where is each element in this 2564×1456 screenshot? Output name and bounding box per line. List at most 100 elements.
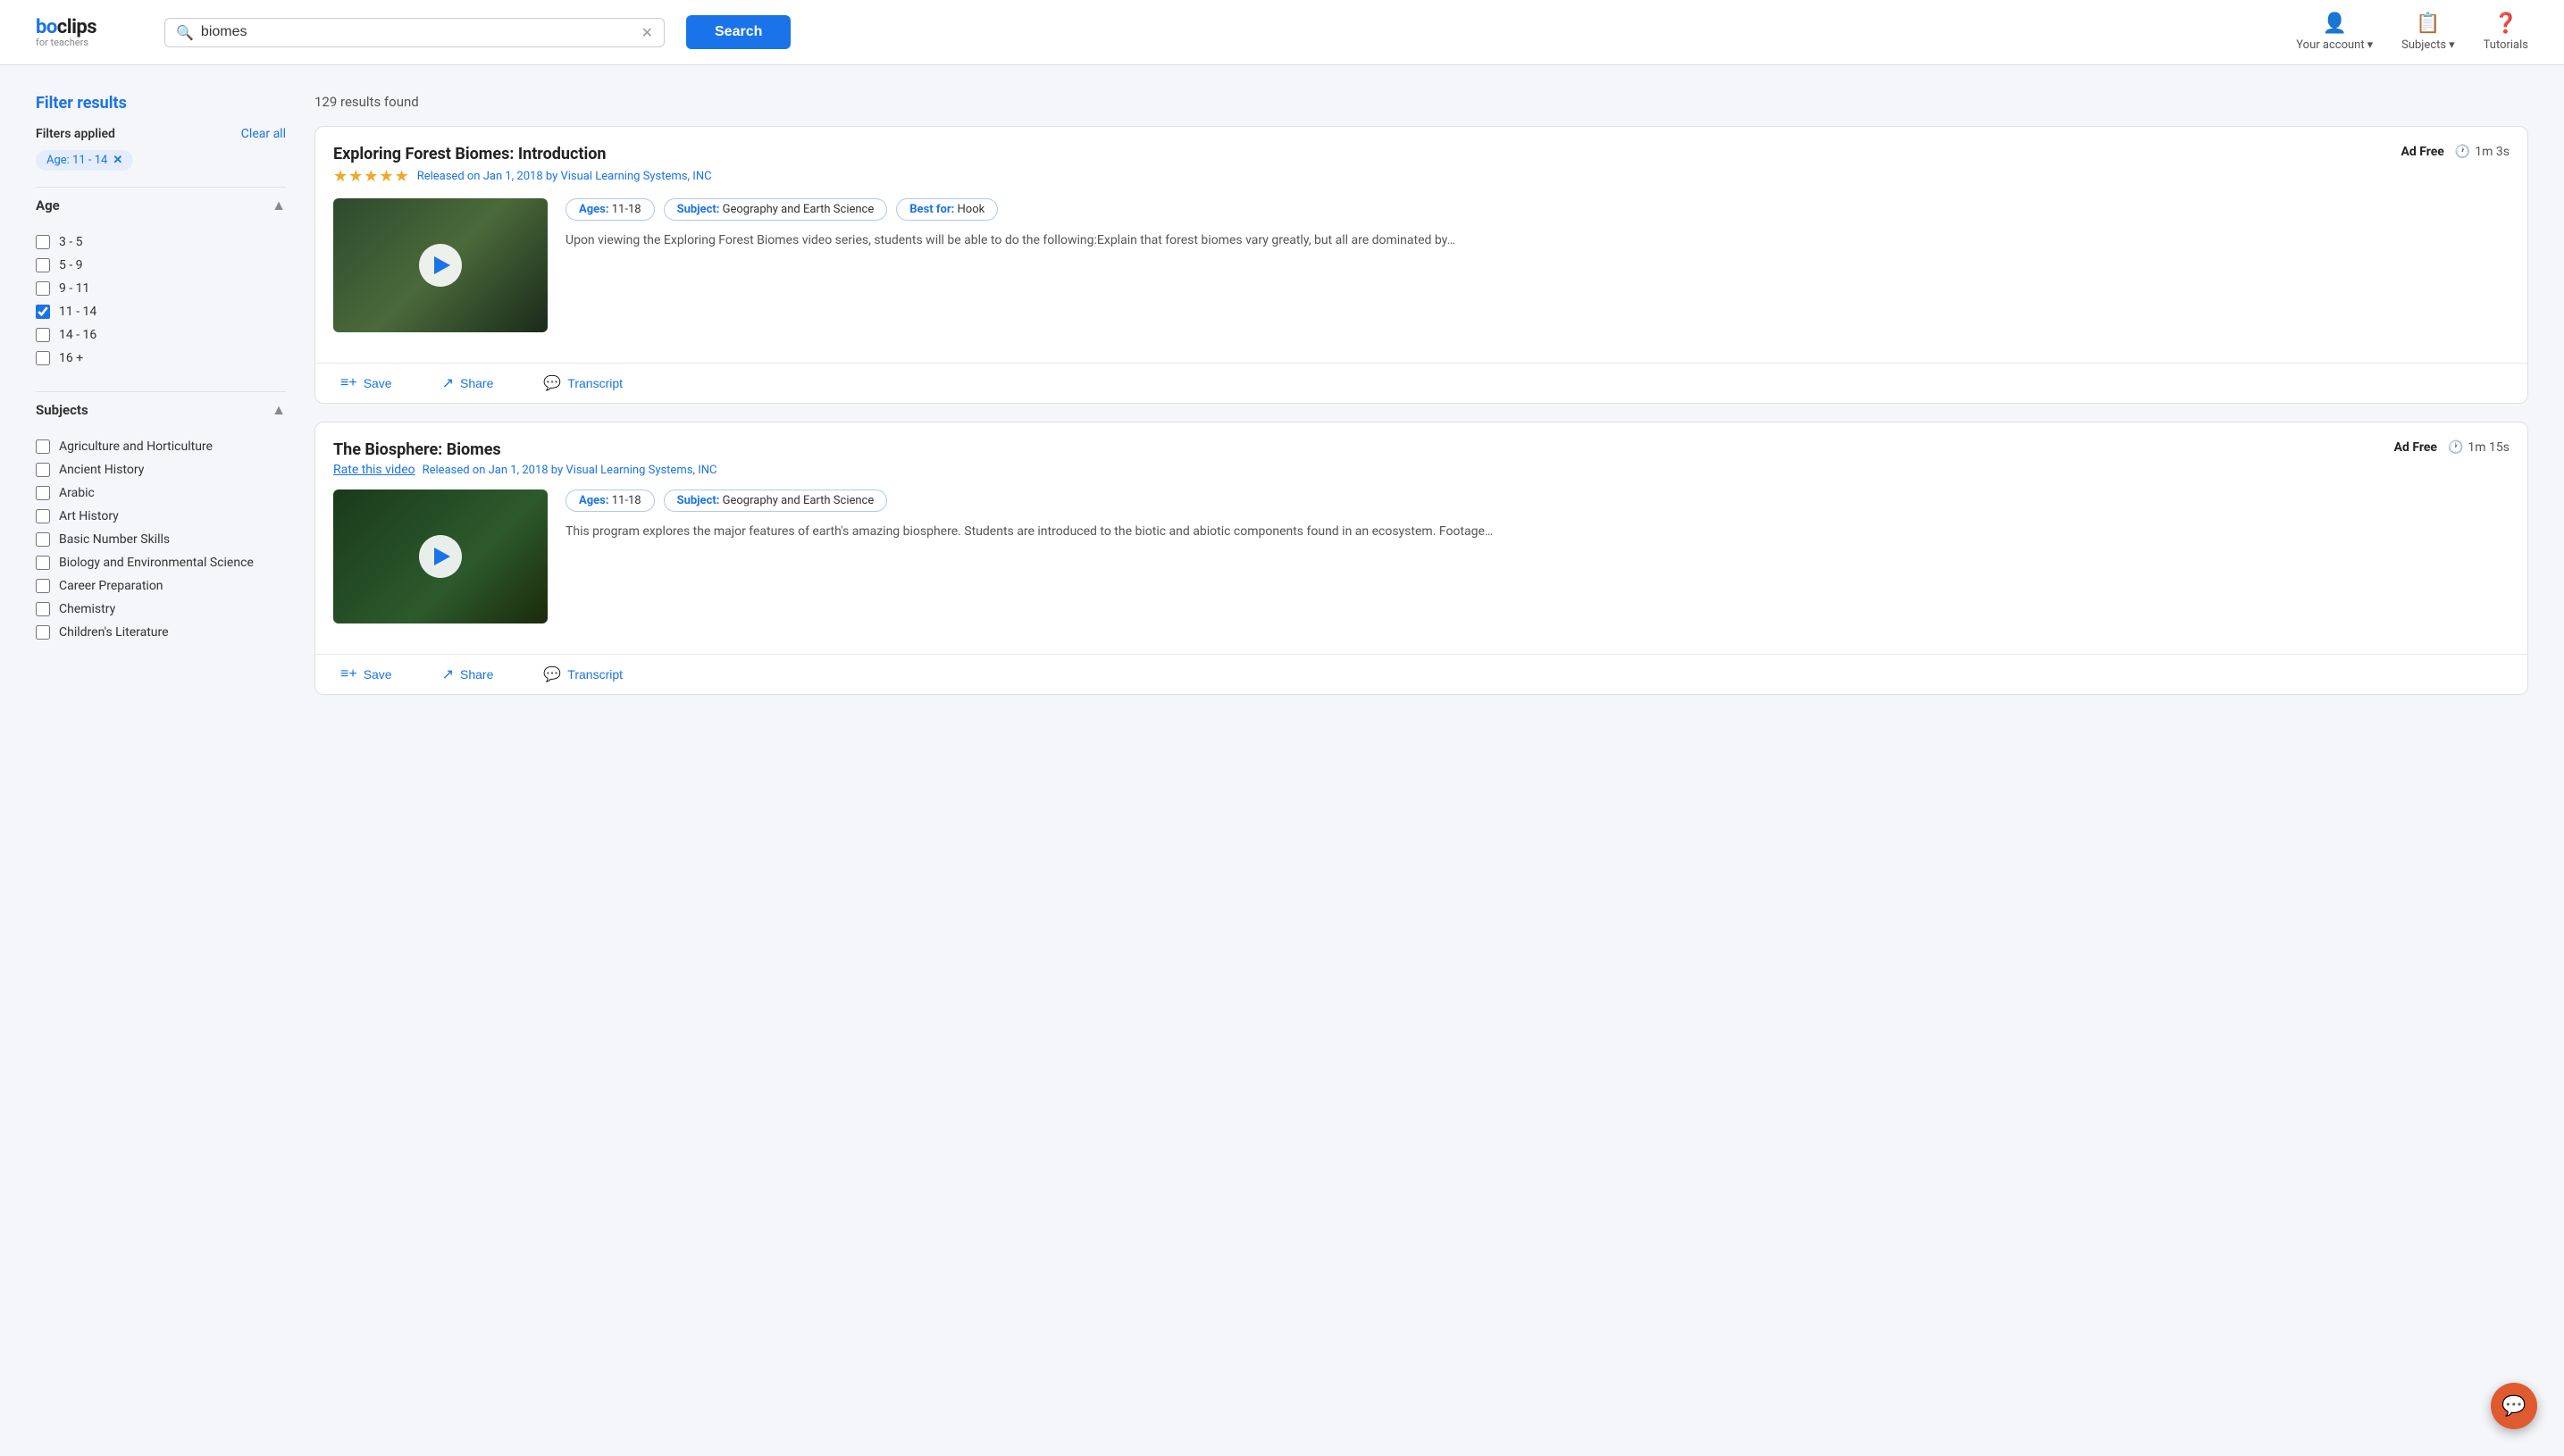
nav-your-account-label: Your account [2296,38,2364,52]
age-option-16plus[interactable]: 16 + [36,347,286,370]
age-label-11-14: 11 - 14 [59,305,96,319]
video-description-1: Upon viewing the Exploring Forest Biomes… [566,231,2510,250]
play-button-2[interactable] [419,535,462,578]
subject-checkbox-art-history[interactable] [36,509,50,523]
video-actions-2: ≡+ Save ↗ Share 💬 Transcript [315,654,2527,694]
subject-checkbox-agriculture[interactable] [36,439,50,454]
age-option-14-16[interactable]: 14 - 16 [36,323,286,347]
subject-option-chemistry[interactable]: Chemistry [36,598,286,621]
clock-icon-2: 🕐 [2448,440,2463,455]
duration-value-2: 1m 15s [2468,440,2510,455]
logo: boclips [36,16,96,38]
subject-checkbox-biology[interactable] [36,556,50,570]
subject-checkbox-chemistry[interactable] [36,602,50,616]
save-label-2: Save [364,667,392,682]
age-checkbox-3-5[interactable] [36,235,50,249]
subject-checkbox-childrens-lit[interactable] [36,625,50,640]
play-button-1[interactable] [419,244,462,287]
age-option-3-5[interactable]: 3 - 5 [36,230,286,254]
video-details-2: Ages: 11-18 Subject: Geography and Earth… [566,490,2510,623]
stars-1: ★★★★★ [333,167,410,186]
video-card-2-header: The Biosphere: Biomes Ad Free 🕐 1m 15s [333,440,2510,459]
save-icon-1: ≡+ [340,375,357,391]
search-input[interactable] [201,24,634,40]
subject-option-art-history[interactable]: Art History [36,505,286,528]
clear-all-button[interactable]: Clear all [241,127,286,141]
video-card-2: The Biosphere: Biomes Ad Free 🕐 1m 15s R… [314,422,2528,695]
video-body-2: Ages: 11-18 Subject: Geography and Earth… [333,490,2510,623]
age-checkbox-16plus[interactable] [36,351,50,365]
age-label-16plus: 16 + [59,351,83,365]
subjects-chevron-icon: ▲ [272,401,286,419]
rate-this-video-link[interactable]: Rate this video [333,463,415,477]
tag-row-2: Ages: 11-18 Subject: Geography and Earth… [566,490,2510,512]
chat-icon: 💬 [2501,1395,2526,1418]
nav-tutorials-label: Tutorials [2484,38,2528,52]
account-icon: 👤 [2323,13,2347,35]
video-rating-row-2: Rate this video Released on Jan 1, 2018 … [333,463,2510,477]
subject-option-basic-number[interactable]: Basic Number Skills [36,528,286,551]
save-button-2[interactable]: ≡+ Save [315,656,417,693]
nav-subjects[interactable]: 📋 Subjects ▾ [2401,13,2455,52]
transcript-icon-1: 💬 [543,374,561,392]
share-button-2[interactable]: ↗ Share [417,655,519,694]
age-checkbox-9-11[interactable] [36,281,50,296]
age-checkbox-14-16[interactable] [36,328,50,342]
subject-checkbox-ancient-history[interactable] [36,463,50,477]
video-card-2-inner: The Biosphere: Biomes Ad Free 🕐 1m 15s R… [315,423,2527,641]
transcript-button-2[interactable]: 💬 Transcript [518,655,648,694]
video-rating-row-1: ★★★★★ Released on Jan 1, 2018 by Visual … [333,167,2510,186]
age-option-11-14[interactable]: 11 - 14 [36,300,286,323]
duration-value-1: 1m 3s [2475,145,2510,159]
header: boclips for teachers 🔍 ✕ Search 👤 Your a… [0,0,2564,65]
nav-tutorials[interactable]: ❓ Tutorials [2484,13,2528,52]
subject-option-career[interactable]: Career Preparation [36,574,286,598]
subject-option-arabic[interactable]: Arabic [36,481,286,505]
save-button-1[interactable]: ≡+ Save [315,364,417,402]
age-checkbox-11-14[interactable] [36,305,50,319]
subject-label-biology: Biology and Environmental Science [59,556,254,570]
share-icon-1: ↗ [442,374,454,392]
subject-checkbox-career[interactable] [36,579,50,593]
age-checkbox-5-9[interactable] [36,258,50,272]
video-meta-right-1: Ad Free 🕐 1m 3s [2401,145,2510,159]
subject-option-childrens-lit[interactable]: Children's Literature [36,621,286,644]
subject-checkbox-arabic[interactable] [36,486,50,500]
subjects-section-header[interactable]: Subjects ▲ [36,391,286,428]
age-options: 3 - 5 5 - 9 9 - 11 11 - 14 14 - 16 [36,223,286,377]
subject-checkbox-basic-number[interactable] [36,532,50,547]
age-label-5-9: 5 - 9 [59,258,83,272]
transcript-button-1[interactable]: 💬 Transcript [518,364,648,403]
tag-subject-1: Subject: Geography and Earth Science [664,198,888,221]
video-thumbnail-1[interactable] [333,198,548,332]
search-button[interactable]: Search [686,15,791,49]
release-info-2: Released on Jan 1, 2018 by Visual Learni… [423,464,717,477]
tag-ages-2: Ages: 11-18 [566,490,655,512]
video-thumbnail-2[interactable] [333,490,548,623]
chat-button[interactable]: 💬 [2491,1383,2537,1429]
account-chevron-icon: ▾ [2367,38,2374,52]
age-filter-section: Age ▲ 3 - 5 5 - 9 9 - 11 11 - 1 [36,187,286,377]
subject-option-ancient-history[interactable]: Ancient History [36,458,286,481]
clear-search-icon[interactable]: ✕ [641,24,653,41]
tag-subject-2: Subject: Geography and Earth Science [664,490,888,512]
age-option-9-11[interactable]: 9 - 11 [36,277,286,300]
subject-option-agriculture[interactable]: Agriculture and Horticulture [36,435,286,458]
video-description-2: This program explores the major features… [566,523,2510,541]
age-option-5-9[interactable]: 5 - 9 [36,254,286,277]
play-icon-1 [434,256,450,274]
subject-label-childrens-lit: Children's Literature [59,625,169,640]
remove-filter-icon[interactable]: ✕ [113,154,122,167]
subject-label-arabic: Arabic [59,486,95,500]
share-button-1[interactable]: ↗ Share [417,364,519,403]
subject-option-biology[interactable]: Biology and Environmental Science [36,551,286,574]
age-section-header[interactable]: Age ▲ [36,187,286,223]
tutorials-icon: ❓ [2493,13,2518,35]
subjects-chevron-icon: ▾ [2449,38,2455,52]
search-icon: 🔍 [176,24,194,41]
transcript-icon-2: 💬 [543,665,561,683]
nav-your-account[interactable]: 👤 Your account ▾ [2296,13,2373,52]
transcript-label-1: Transcript [567,376,623,390]
filter-results-title: Filter results [36,94,286,113]
release-info-1: Released on Jan 1, 2018 by Visual Learni… [417,170,712,183]
